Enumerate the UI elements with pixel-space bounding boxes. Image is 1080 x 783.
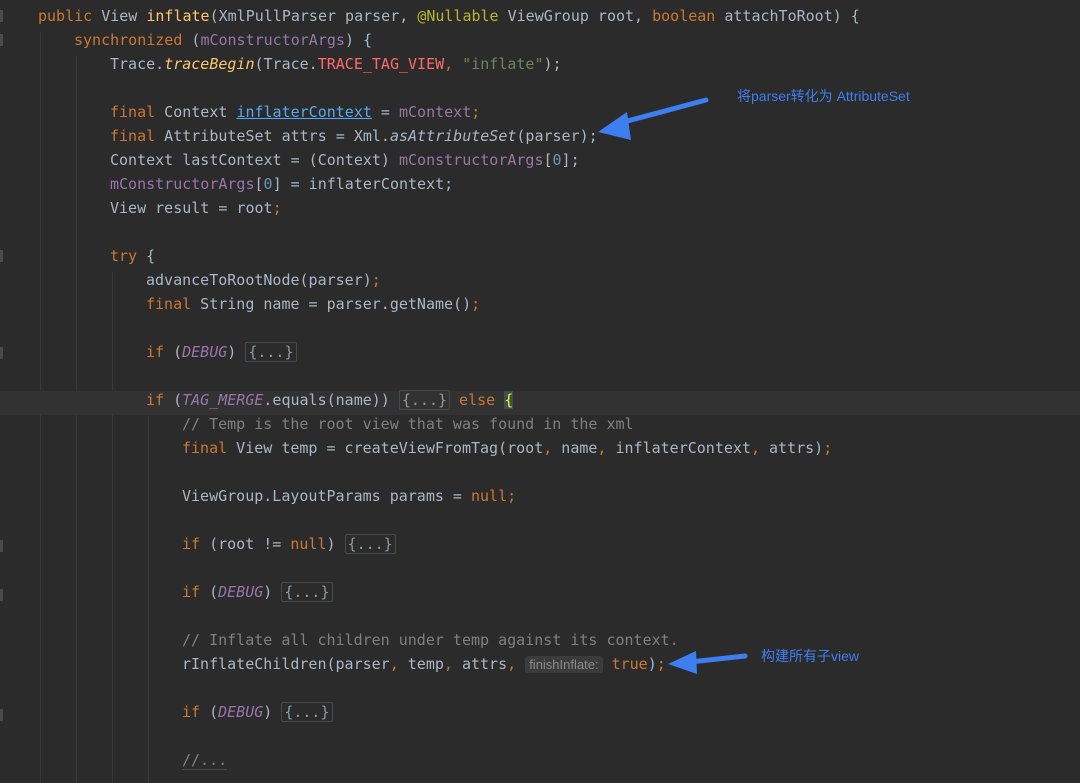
arrow-attributeset	[617, 97, 709, 126]
annotation-children-note: 构建所有子view	[761, 648, 860, 664]
arrow-children-head	[668, 651, 697, 674]
arrow-attributeset-head	[598, 112, 631, 140]
annotation-arrows	[598, 97, 748, 674]
annotation-parser-note: 将parser转化为 AttributeSet	[737, 88, 910, 104]
arrow-children	[687, 653, 748, 665]
